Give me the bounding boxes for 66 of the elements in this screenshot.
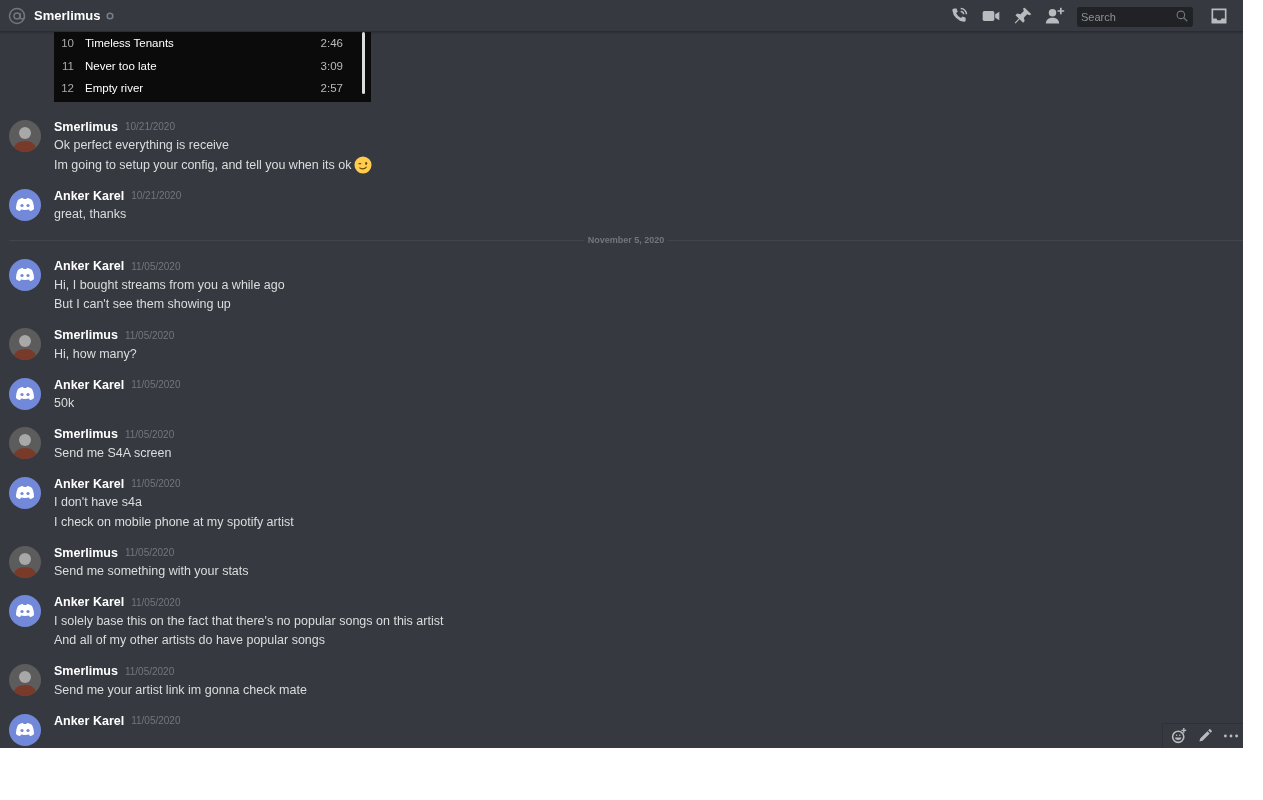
message-text: Send me something with your stats — [54, 564, 249, 579]
track-duration: 2:46 — [320, 37, 343, 50]
timestamp: 11/05/2020 — [124, 665, 175, 677]
timestamp: 11/05/2020 — [131, 478, 181, 489]
user-avatar[interactable] — [9, 427, 41, 459]
timestamp: 10/21/2020 — [131, 190, 182, 201]
message-text: And all of my other artists do have popular songs — [54, 633, 325, 648]
timestamp: 11/05/2020 — [124, 547, 175, 558]
track-duration: 2:57 — [320, 82, 343, 95]
author-name[interactable]: Smerlimus — [54, 328, 118, 342]
user-avatar[interactable] — [9, 119, 41, 152]
timestamp: 10/21/2020 — [124, 121, 175, 132]
author-name[interactable]: Anker Karel — [54, 476, 125, 491]
at-sign-icon — [8, 6, 26, 25]
scrollbar — [362, 32, 365, 94]
controller-avatar-icon[interactable] — [9, 188, 41, 221]
search-field[interactable]: Search — [1077, 6, 1193, 27]
message-text: great, thanks — [54, 207, 127, 222]
user-avatar[interactable] — [9, 545, 41, 578]
channel-title: Smerlimus — [34, 8, 101, 23]
message-text: I solely base this on the fact that there's no popular songs on this artist — [54, 613, 444, 628]
message-text: Hi, I bought streams from you a while ago — [54, 277, 285, 292]
controller-avatar-icon[interactable] — [9, 259, 41, 291]
author-name[interactable]: Anker Karel — [54, 713, 125, 728]
author-name[interactable]: Smerlimus — [54, 664, 118, 678]
track-title: Timeless Tenants — [85, 37, 175, 50]
controller-avatar-icon[interactable] — [9, 713, 41, 746]
timestamp: 11/05/2020 — [124, 428, 175, 440]
track-duration: 3:09 — [320, 59, 343, 72]
track-title: Never too late — [85, 59, 158, 72]
track-number: 10 — [60, 37, 74, 50]
message-text: Im going to setup your config, and tell you when its ok — [54, 157, 352, 172]
timestamp: 11/05/2020 — [131, 715, 181, 726]
search-icon — [1176, 9, 1188, 22]
add-reaction-icon[interactable] — [1171, 728, 1187, 744]
author-name[interactable]: Anker Karel — [54, 188, 125, 203]
author-name[interactable]: Anker Karel — [54, 595, 125, 609]
timestamp: 11/05/2020 — [124, 329, 175, 341]
controller-avatar-icon[interactable] — [9, 476, 41, 509]
add-user-icon[interactable] — [1045, 5, 1065, 26]
user-avatar[interactable] — [9, 664, 41, 696]
author-name[interactable]: Anker Karel — [54, 259, 125, 273]
author-name[interactable]: Smerlimus — [54, 119, 118, 134]
author-name[interactable]: Smerlimus — [54, 545, 118, 560]
timestamp: 11/05/2020 — [131, 260, 181, 272]
user-avatar[interactable] — [9, 328, 41, 360]
message-text: I don't have s4a — [54, 495, 142, 510]
track-title: Empty river — [85, 82, 145, 95]
date-divider-label: November 5, 2020 — [586, 235, 666, 245]
message-text: Ok perfect everything is receive — [54, 138, 230, 153]
message-text: 50k — [54, 396, 75, 411]
author-name[interactable]: Anker Karel — [54, 377, 125, 392]
controller-avatar-icon[interactable] — [9, 377, 41, 410]
message-text: Send me your artist link im gonna check mate — [54, 682, 307, 697]
pencil-icon[interactable] — [1197, 728, 1213, 744]
message-text: Hi, how many? — [54, 346, 137, 361]
message-text: But I can't see them showing up — [54, 297, 231, 312]
controller-avatar-icon[interactable] — [9, 595, 41, 627]
track-number: 12 — [60, 82, 74, 95]
track-number: 11 — [61, 59, 74, 72]
timestamp: 11/05/2020 — [131, 596, 181, 608]
author-name[interactable]: Smerlimus — [54, 427, 118, 441]
pin-icon[interactable] — [1013, 5, 1033, 26]
timestamp: 11/05/2020 — [131, 379, 181, 390]
message-text: I check on mobile phone at my spotify artist — [54, 514, 294, 529]
message-text: Send me S4A screen — [54, 445, 172, 460]
